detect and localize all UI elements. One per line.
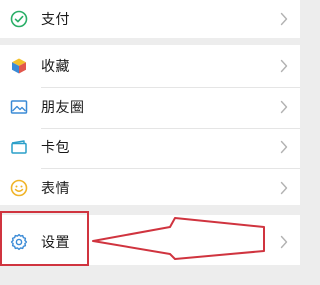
annotation-arrow-icon (92, 217, 265, 260)
